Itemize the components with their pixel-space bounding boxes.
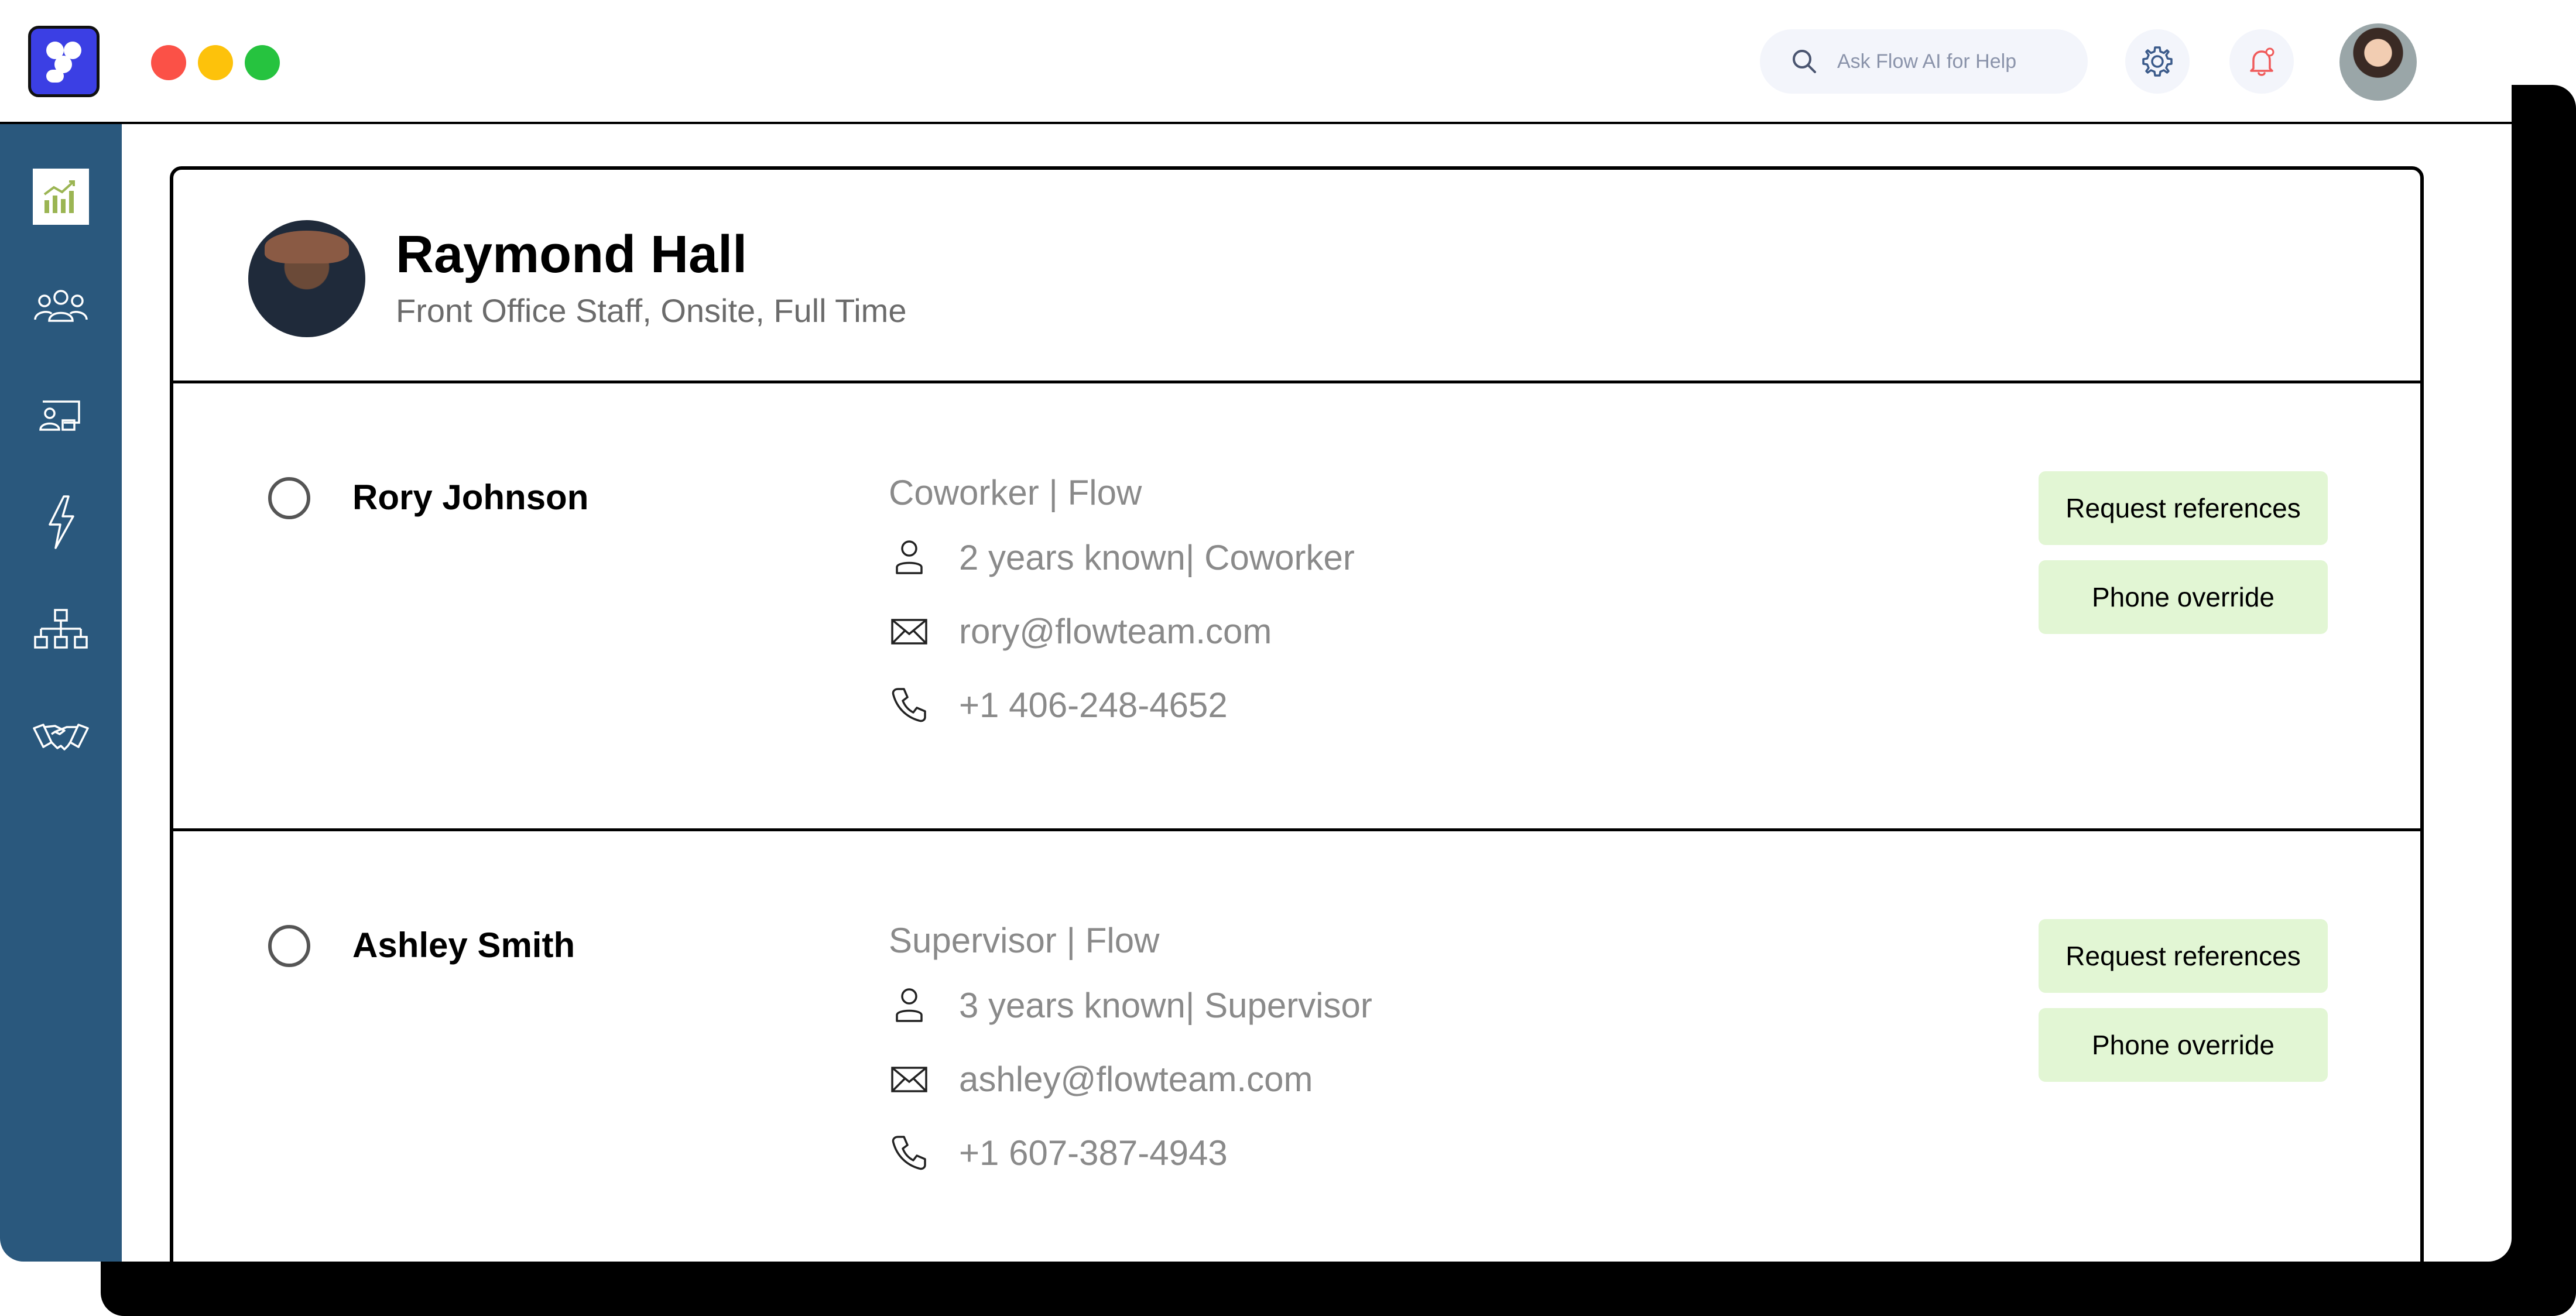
profile-header: Raymond Hall Front Office Staff, Onsite,… (173, 170, 2420, 383)
gear-icon (2142, 46, 2173, 77)
reference-select-radio[interactable] (268, 925, 310, 967)
mail-icon (891, 619, 927, 645)
request-references-button[interactable]: Request references (2039, 471, 2328, 545)
reference-known: 2 years known| Coworker (959, 537, 1355, 577)
mail-icon (891, 1067, 927, 1092)
profile-avatar (248, 220, 365, 337)
reference-email[interactable]: rory@flowteam.com (959, 611, 1272, 652)
window-close-button[interactable] (151, 45, 186, 80)
search-input[interactable]: Ask Flow AI for Help (1837, 50, 2016, 73)
phone-override-button[interactable]: Phone override (2039, 560, 2328, 634)
person-icon (896, 540, 923, 574)
phone-icon (892, 1136, 926, 1170)
reference-email[interactable]: ashley@flowteam.com (959, 1059, 1313, 1099)
reference-name: Ashley Smith (352, 926, 576, 965)
sidebar-item-analytics[interactable] (33, 169, 89, 225)
profile-card: Raymond Hall Front Office Staff, Onsite,… (170, 166, 2424, 1262)
reference-row: Ashley Smith Supervisor | Flow 3 years k… (173, 831, 2420, 1262)
org-chart-icon (34, 609, 88, 649)
lightning-icon (49, 495, 74, 549)
handshake-icon (33, 724, 89, 750)
settings-button[interactable] (2125, 29, 2190, 94)
analytics-icon (43, 180, 75, 213)
team-icon (34, 290, 88, 322)
sidebar-item-team[interactable] (30, 276, 91, 337)
reference-name: Rory Johnson (352, 478, 589, 517)
reference-known: 3 years known| Supervisor (959, 985, 1372, 1025)
reference-phone-line: +1 406-248-4652 (889, 684, 1228, 725)
reference-phone-line: +1 607-387-4943 (889, 1132, 1228, 1173)
reference-role: Supervisor | Flow (889, 921, 1160, 960)
profile-subtitle: Front Office Staff, Onsite, Full Time (396, 292, 907, 329)
presentation-icon (39, 400, 80, 431)
sidebar-item-org-chart[interactable] (30, 599, 91, 660)
reference-known-line: 2 years known| Coworker (889, 537, 1355, 578)
app-window: Ask Flow AI for Help Raymond Hall Front … (0, 0, 2512, 1262)
window-minimize-button[interactable] (198, 45, 233, 80)
person-icon (896, 988, 923, 1022)
reference-email-line: ashley@flowteam.com (889, 1058, 1313, 1099)
phone-icon (892, 688, 926, 722)
reference-phone[interactable]: +1 607-387-4943 (959, 1133, 1228, 1173)
top-bar: Ask Flow AI for Help (0, 0, 2512, 124)
reference-email-line: rory@flowteam.com (889, 611, 1272, 652)
window-maximize-button[interactable] (245, 45, 280, 80)
reference-phone[interactable]: +1 406-248-4652 (959, 685, 1228, 725)
sidebar-item-presentation[interactable] (30, 384, 91, 445)
flow-logo-icon[interactable] (28, 26, 100, 97)
reference-row: Rory Johnson Coworker | Flow 2 years kno… (173, 383, 2420, 831)
sidebar-item-lightning[interactable] (30, 492, 91, 553)
reference-select-radio[interactable] (268, 477, 310, 519)
sidebar-item-handshake[interactable] (30, 707, 91, 768)
user-avatar[interactable] (2339, 23, 2417, 101)
reference-role: Coworker | Flow (889, 473, 1142, 512)
search-icon (1793, 50, 1816, 73)
bell-icon (2250, 47, 2274, 76)
sidebar (0, 124, 122, 1262)
notifications-button[interactable] (2229, 29, 2294, 94)
phone-override-button[interactable]: Phone override (2039, 1008, 2328, 1082)
search-bar[interactable]: Ask Flow AI for Help (1760, 29, 2088, 94)
profile-name: Raymond Hall (396, 225, 748, 284)
reference-known-line: 3 years known| Supervisor (889, 985, 1372, 1026)
request-references-button[interactable]: Request references (2039, 919, 2328, 993)
